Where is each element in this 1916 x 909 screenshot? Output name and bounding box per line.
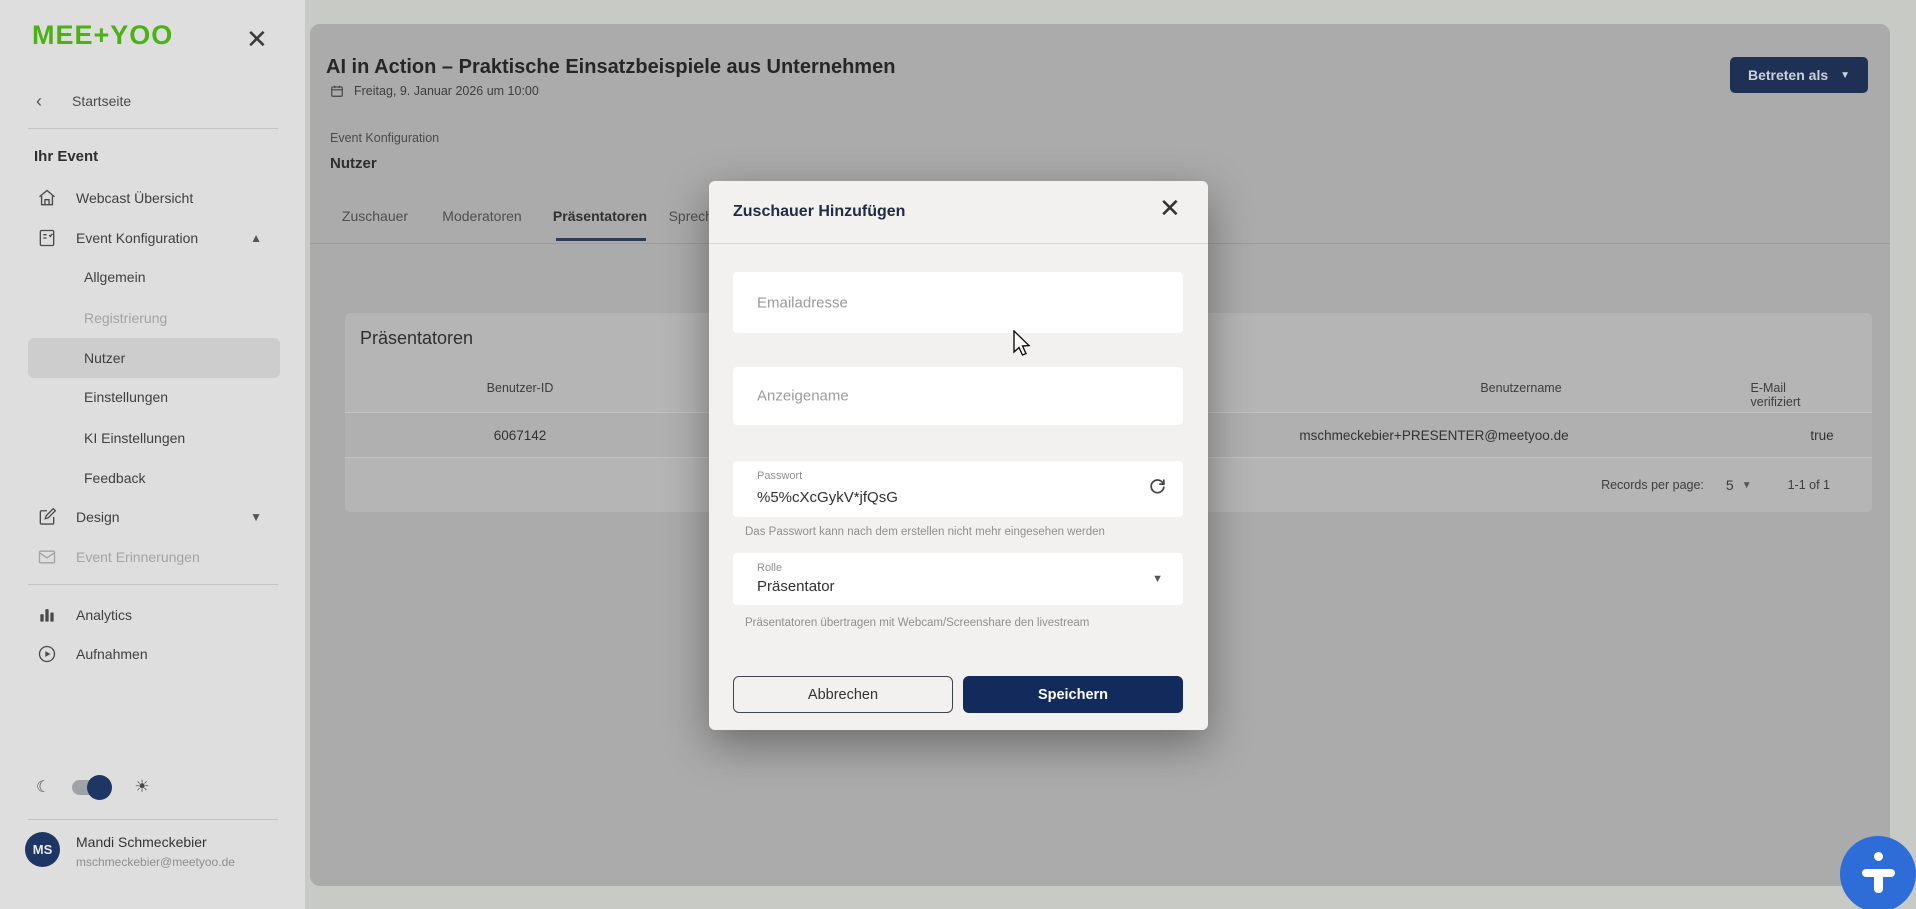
back-label: Startseite (72, 93, 131, 109)
col-benutzer-id: Benutzer-ID (487, 381, 554, 395)
sidebar-section-title: Ihr Event (34, 148, 98, 165)
back-to-start[interactable]: ‹ Startseite (36, 88, 276, 114)
mail-icon (36, 546, 58, 568)
active-tab-indicator (556, 238, 646, 241)
theme-switch[interactable] (72, 780, 106, 795)
breadcrumb: Event Konfiguration (330, 131, 439, 145)
divider (28, 128, 278, 129)
regenerate-password-icon[interactable] (1148, 477, 1167, 501)
cell-email-verifiziert: true (1810, 428, 1833, 443)
sidebar-item-einstellungen[interactable]: Einstellungen (28, 377, 280, 417)
divider (28, 584, 278, 585)
add-fab-button[interactable] (1840, 836, 1916, 909)
moon-icon: ☾ (36, 777, 50, 797)
sidebar-item-label: Webcast Übersicht (76, 190, 193, 206)
sidebar-item-analytics[interactable]: Analytics (28, 595, 280, 635)
sidebar-item-label: Event Konfiguration (76, 230, 198, 246)
role-value: Präsentator (757, 578, 835, 595)
user-profile[interactable]: MS Mandi Schmeckebier mschmeckebier@meet… (25, 826, 285, 869)
chevron-down-icon: ▼ (250, 510, 262, 524)
sidebar-item-allgemein[interactable]: Allgemein (28, 257, 280, 297)
chevron-up-icon: ▲ (250, 231, 262, 245)
mouse-cursor (1012, 330, 1034, 363)
password-field[interactable]: Passwort %5%cXcGykV*jfQsG (733, 461, 1183, 517)
page-size-select[interactable]: 5 (1726, 477, 1734, 493)
displayname-field[interactable]: Anzeigename (733, 367, 1183, 425)
theme-toggle-row: ☾ ☀ (30, 771, 230, 803)
sidebar-item-event-konfiguration[interactable]: Event Konfiguration ▲ (28, 218, 280, 258)
calendar-icon (330, 84, 344, 98)
sidebar-item-event-erinnerungen: Event Erinnerungen (28, 537, 280, 577)
chevron-left-icon: ‹ (36, 91, 42, 112)
cancel-button[interactable]: Abbrechen (733, 676, 953, 713)
col-email-verifiziert: E-Mail verifiziert (1751, 381, 1832, 409)
sidebar: MEE+YOO ✕ ‹ Startseite Ihr Event Webcast… (0, 0, 305, 909)
sidebar-item-ki-einstellungen[interactable]: KI Einstellungen (28, 418, 280, 458)
add-viewer-dialog: Zuschauer Hinzufügen ✕ Emailadresse Anze… (709, 181, 1208, 730)
email-field[interactable]: Emailadresse (733, 272, 1183, 333)
close-icon[interactable]: ✕ (246, 26, 268, 52)
chevron-down-icon[interactable]: ▼ (1742, 480, 1752, 491)
records-per-page-label: Records per page: (1601, 478, 1704, 492)
close-icon[interactable]: ✕ (1159, 195, 1181, 221)
sidebar-item-registrierung: Registrierung (28, 298, 280, 338)
event-date: Freitag, 9. Januar 2026 um 10:00 (354, 84, 539, 98)
switch-knob (87, 775, 112, 800)
cell-benutzer-id: 6067142 (494, 428, 547, 443)
password-value: %5%cXcGykV*jfQsG (757, 489, 898, 506)
col-benutzername: Benutzername (1480, 381, 1561, 395)
divider (709, 243, 1208, 244)
dialog-title: Zuschauer Hinzufügen (733, 203, 905, 221)
role-select[interactable]: Rolle Präsentator ▼ (733, 553, 1183, 605)
chevron-down-icon: ▼ (1840, 70, 1850, 81)
password-helper: Das Passwort kann nach dem erstellen nic… (745, 526, 1105, 538)
enter-as-button[interactable]: Betreten als ▼ (1730, 57, 1868, 93)
role-label: Rolle (757, 562, 782, 574)
tab-moderatoren[interactable]: Moderatoren (442, 208, 521, 224)
displayname-placeholder: Anzeigename (757, 388, 849, 405)
checklist-icon (36, 227, 58, 249)
bar-chart-icon (36, 604, 58, 626)
card-heading: Präsentatoren (360, 328, 473, 349)
chevron-down-icon: ▼ (1152, 573, 1163, 585)
user-email: mschmeckebier@meetyoo.de (76, 850, 235, 869)
sidebar-item-nutzer[interactable]: Nutzer (28, 338, 280, 378)
event-title: AI in Action – Praktische Einsatzbeispie… (326, 56, 895, 79)
avatar: MS (25, 832, 60, 867)
sidebar-item-feedback[interactable]: Feedback (28, 458, 280, 498)
tab-praesentatoren[interactable]: Präsentatoren (553, 208, 647, 224)
edit-icon (36, 506, 58, 528)
save-button[interactable]: Speichern (963, 676, 1183, 713)
play-circle-icon (36, 643, 58, 665)
divider (28, 819, 278, 820)
plus-icon (1874, 852, 1883, 861)
sidebar-item-webcast-uebersicht[interactable]: Webcast Übersicht (28, 178, 280, 218)
sidebar-item-design[interactable]: Design ▼ (28, 497, 280, 537)
tab-zuschauer[interactable]: Zuschauer (342, 208, 408, 224)
sidebar-item-aufnahmen[interactable]: Aufnahmen (28, 634, 280, 674)
password-label: Passwort (757, 470, 802, 482)
page-title: Nutzer (330, 155, 377, 172)
email-placeholder: Emailadresse (757, 294, 848, 311)
pagination-range: 1-1 of 1 (1788, 478, 1830, 492)
user-name: Mandi Schmeckebier (76, 826, 235, 850)
cell-benutzername: mschmeckebier+PRESENTER@meetyoo.de (1299, 428, 1568, 443)
meetyoo-logo: MEE+YOO (32, 20, 173, 51)
event-date-row: Freitag, 9. Januar 2026 um 10:00 (330, 84, 539, 98)
sun-icon: ☀ (134, 777, 149, 797)
role-helper: Präsentatoren übertragen mit Webcam/Scre… (745, 617, 1089, 629)
app-root: MEE+YOO ✕ ‹ Startseite Ihr Event Webcast… (0, 0, 1916, 909)
home-icon (36, 187, 58, 209)
